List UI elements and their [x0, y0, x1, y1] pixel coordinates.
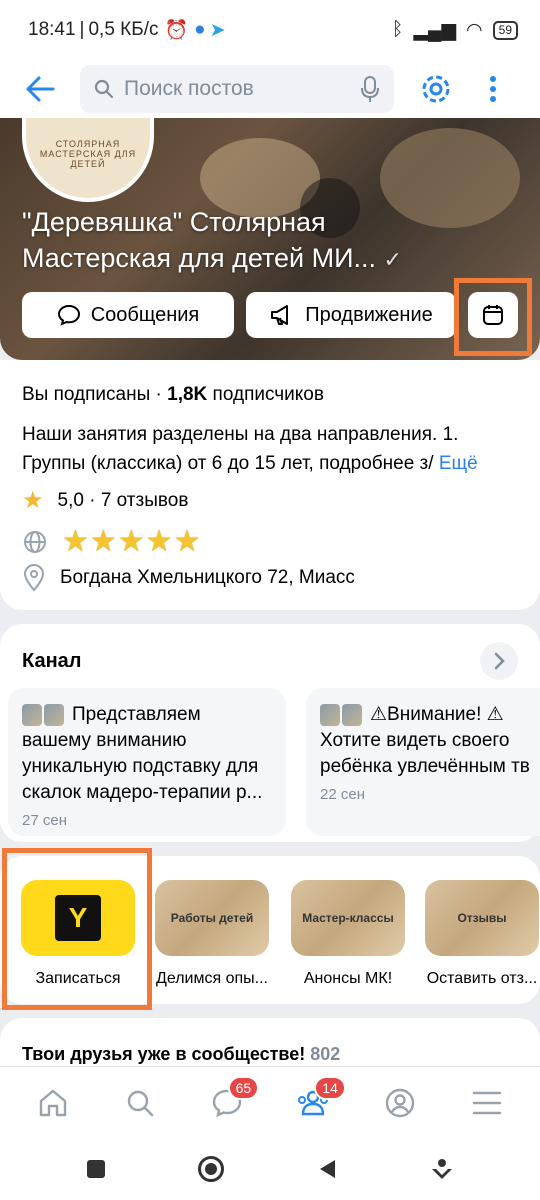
search-icon [127, 1090, 154, 1116]
home-button[interactable] [197, 1156, 224, 1182]
message-bubble-icon [57, 304, 80, 326]
group-name: "Деревяшка" Столярная Мастерская для дет… [22, 207, 402, 273]
communities-badge: 14 [314, 1075, 346, 1100]
chat-icon: ● [194, 19, 206, 40]
wood-board-icon: Отзывы [425, 880, 539, 956]
channel-post[interactable]: ⚠Внимание! ⚠ Хотите видеть своего ребёнк… [306, 688, 540, 836]
telegram-icon: ➤ [209, 19, 226, 41]
search-placeholder: Поиск постов [124, 77, 254, 100]
search-icon [94, 79, 114, 99]
promote-button[interactable]: Продвижение [246, 292, 456, 338]
system-navigation-bar [0, 1138, 540, 1200]
channel-more-button[interactable] [480, 642, 518, 680]
top-bar: Поиск постов [0, 60, 540, 118]
alarm-icon: ⏰ [164, 20, 189, 41]
back-triangle-icon[interactable] [317, 1158, 337, 1180]
more-link[interactable]: Ещё [439, 453, 478, 474]
microphone-icon[interactable] [360, 75, 380, 103]
verified-check-icon: ✓ [383, 247, 402, 272]
assistant-icon[interactable] [430, 1157, 454, 1181]
subscription-info: Вы подписаны · 1,8K подписчиков [22, 384, 324, 405]
post-thumbnails [22, 703, 64, 726]
bottom-tab-bar: 65 14 [0, 1066, 540, 1138]
rating-row[interactable]: ★ 5,0 · 7 отзывов [22, 486, 188, 515]
search-input[interactable]: Поиск постов [80, 65, 394, 113]
highlight-box [454, 278, 532, 356]
bluetooth-icon: ᛒ [391, 19, 404, 40]
tab-home[interactable] [28, 1078, 78, 1128]
wood-board-icon: Мастер-классы [291, 880, 405, 956]
app-reviews[interactable]: Отзывы Оставить отз... [424, 880, 540, 988]
back-button[interactable] [0, 76, 80, 102]
wifi-icon: ◠ [466, 19, 483, 41]
five-stars: ★★★★★ [62, 525, 202, 558]
gear-icon [422, 75, 450, 103]
tab-menu[interactable] [462, 1078, 512, 1128]
location-pin-icon [23, 564, 45, 592]
profile-icon [385, 1088, 415, 1117]
address-row[interactable]: Богдана Хмельницкого 72, Миасс [22, 564, 355, 592]
signal-icon: ▂▄▆ [413, 19, 457, 41]
channel-card: Канал Представляем вашему вниманию уника… [0, 624, 540, 842]
tab-profile[interactable] [375, 1078, 425, 1128]
app-masterclasses[interactable]: Мастер-классы Анонсы МК! [290, 880, 406, 988]
more-menu-button[interactable] [478, 75, 508, 103]
group-avatar[interactable]: СТОЛЯРНАЯ МАСТЕРСКАЯ ДЛЯ ДЕТЕЙ [22, 118, 154, 202]
messages-button[interactable]: Сообщения [22, 292, 234, 338]
star-icon: ★ [22, 487, 44, 514]
post-thumbnails [320, 703, 362, 726]
group-description[interactable]: Наши занятия разделены на два направлени… [22, 420, 522, 478]
battery-icon: 59 [492, 20, 518, 40]
home-icon [40, 1089, 67, 1116]
tab-communities[interactable]: 14 [288, 1075, 346, 1128]
tab-search[interactable] [115, 1078, 165, 1128]
arrow-left-icon [26, 76, 55, 102]
friends-title: Твои друзья уже в сообществе! 802 [22, 1044, 341, 1064]
messages-badge: 65 [227, 1075, 260, 1100]
status-speed: 0,5 КБ/с [88, 19, 159, 40]
megaphone-icon [271, 305, 289, 325]
stars-row[interactable]: ★★★★★ [22, 524, 201, 559]
settings-button[interactable] [394, 72, 478, 106]
globe-icon [24, 530, 46, 553]
hamburger-menu-icon [472, 1091, 501, 1114]
tab-messages[interactable]: 65 [202, 1075, 260, 1128]
status-bar: 18:41 | 0,5 КБ/с ⏰ ● ➤ ᛒ ▂▄▆ ◠ 59 [0, 0, 540, 60]
more-vertical-icon [490, 76, 496, 102]
recents-button[interactable] [86, 1160, 105, 1178]
chevron-right-icon [494, 652, 505, 670]
channel-title: Канал [22, 650, 82, 672]
channel-post[interactable]: Представляем вашему вниманию уникальную … [8, 688, 286, 836]
status-time: 18:41 [28, 19, 76, 40]
app-kids-works[interactable]: Работы детей Делимся опы... [154, 880, 270, 988]
highlight-box [2, 848, 152, 1010]
group-cover: СТОЛЯРНАЯ МАСТЕРСКАЯ ДЛЯ ДЕТЕЙ "Деревяшк… [0, 118, 540, 360]
wood-board-icon: Работы детей [155, 880, 269, 956]
